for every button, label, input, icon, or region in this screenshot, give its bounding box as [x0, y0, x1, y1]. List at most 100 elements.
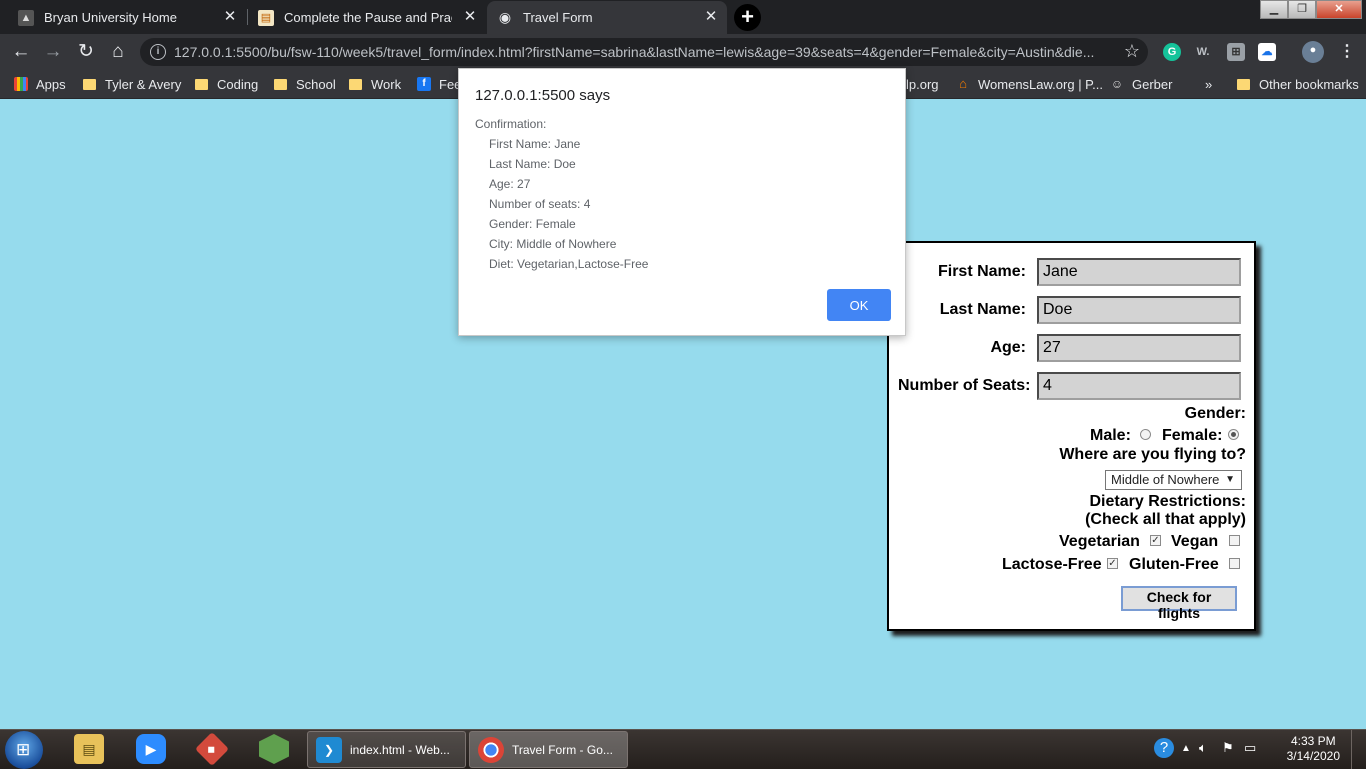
globe-icon: ◉: [498, 9, 512, 25]
home-button[interactable]: ⌂: [107, 41, 129, 63]
bookmark-gerber[interactable]: ☺ Gerber: [1110, 76, 1173, 92]
tab-travel-form[interactable]: ◉ Travel Form ✕: [487, 1, 727, 34]
male-radio[interactable]: [1140, 429, 1151, 440]
tab-strip: ▲ Bryan University Home ✕ ▤ Complete the…: [0, 0, 1366, 34]
city-select[interactable]: Middle of Nowhere ▼: [1105, 470, 1242, 490]
show-hidden-icons-icon[interactable]: ▲: [1181, 743, 1191, 754]
flag-icon[interactable]: ⚑: [1222, 740, 1234, 756]
task-label: index.html - Web...: [350, 742, 450, 757]
bookmark-label: Coding: [217, 76, 259, 92]
profile-avatar[interactable]: ●: [1302, 41, 1324, 63]
apps-grid-icon: [14, 77, 28, 91]
tab-complete-pause[interactable]: ▤ Complete the Pause and Practice ✕: [248, 1, 486, 34]
git-icon[interactable]: ◆: [195, 732, 229, 766]
forward-button[interactable]: →: [42, 41, 64, 63]
bookmark-lp-org[interactable]: lp.org: [906, 76, 939, 92]
bookmark-school[interactable]: School: [274, 76, 336, 92]
bookmark-label: WomensLaw.org | P...: [978, 76, 1104, 92]
vegetarian-label: Vegetarian: [1059, 533, 1140, 550]
baby-icon: ☺: [1110, 77, 1124, 91]
dialog-line: Diet: Vegetarian,Lactose-Free: [489, 257, 649, 271]
bookmark-tyler-avery[interactable]: Tyler & Avery: [83, 76, 181, 92]
cloud-icon[interactable]: ☁: [1258, 43, 1276, 61]
city-label: Where are you flying to?: [1059, 446, 1246, 463]
address-bar[interactable]: i 127.0.0.1:5500/bu/fsw-110/week5/travel…: [140, 38, 1148, 66]
check-flights-button[interactable]: Check for flights: [1121, 586, 1237, 621]
dialog-line: City: Middle of Nowhere: [489, 237, 617, 251]
w-extension-icon[interactable]: W.: [1194, 43, 1212, 61]
lactose-free-checkbox[interactable]: ✓: [1107, 558, 1118, 569]
info-icon[interactable]: i: [150, 44, 166, 60]
close-window-button[interactable]: ✕: [1316, 0, 1362, 19]
female-label: Female:: [1162, 427, 1223, 444]
age-label: Age:: [990, 339, 1026, 356]
reload-button[interactable]: ↻: [75, 41, 97, 63]
vegan-checkbox[interactable]: [1229, 535, 1240, 546]
clock-date: 3/14/2020: [1286, 749, 1340, 763]
female-radio[interactable]: [1228, 429, 1239, 440]
network-icon[interactable]: ▭: [1244, 740, 1256, 756]
diet-label: Dietary Restrictions:: [1089, 493, 1247, 510]
menu-icon[interactable]: ⋮: [1338, 43, 1356, 61]
document-icon: ▤: [258, 9, 274, 26]
bookmark-other[interactable]: Other bookmarks: [1237, 76, 1359, 92]
show-desktop-button[interactable]: [1351, 730, 1366, 769]
taskbar-task-chrome[interactable]: Travel Form - Go...: [469, 731, 628, 768]
last-name-input[interactable]: [1037, 296, 1241, 324]
bookmark-star-icon[interactable]: ☆: [1124, 41, 1140, 62]
nodejs-icon[interactable]: [259, 734, 289, 764]
dialog-line: Gender: Female: [489, 217, 576, 231]
vegetarian-checkbox[interactable]: ✓: [1150, 535, 1161, 546]
dialog-line: Age: 27: [489, 177, 531, 191]
age-input[interactable]: [1037, 334, 1241, 362]
extension-icon[interactable]: ⊞: [1227, 43, 1245, 61]
clock[interactable]: 4:33 PM 3/14/2020: [1287, 734, 1340, 764]
first-name-input[interactable]: [1037, 258, 1241, 286]
first-name-label: First Name:: [937, 263, 1026, 280]
taskbar-task-vscode[interactable]: ❯ index.html - Web...: [307, 731, 466, 768]
bookmark-facebook[interactable]: f Fee: [417, 76, 461, 92]
zoom-icon[interactable]: ▶: [136, 734, 166, 764]
windows-logo-icon: ⊞: [16, 740, 31, 759]
folder-icon: [274, 78, 287, 90]
url-text[interactable]: 127.0.0.1:5500/bu/fsw-110/week5/travel_f…: [174, 44, 1104, 60]
bookmark-work[interactable]: Work: [349, 76, 401, 92]
help-icon[interactable]: ?: [1154, 738, 1174, 758]
seats-input[interactable]: [1037, 372, 1241, 400]
travel-form: First Name: Last Name: Age: Number of Se…: [887, 241, 1256, 631]
bookmark-label: Gerber: [1132, 76, 1173, 92]
gluten-free-checkbox[interactable]: [1229, 558, 1240, 569]
tab-title: Complete the Pause and Practice: [284, 10, 452, 25]
bookmark-label: School: [296, 76, 336, 92]
new-tab-button[interactable]: +: [734, 4, 761, 31]
file-explorer-icon[interactable]: ▤: [74, 734, 104, 764]
gluten-free-label: Gluten-Free: [1129, 556, 1219, 573]
start-button[interactable]: ⊞: [5, 731, 43, 769]
ok-button[interactable]: OK: [827, 289, 891, 321]
back-button[interactable]: ←: [10, 41, 32, 63]
folder-icon: [83, 78, 96, 90]
close-tab-icon[interactable]: ✕: [703, 9, 719, 25]
minimize-button[interactable]: ▁: [1260, 0, 1288, 19]
bookmarks-overflow-button[interactable]: »: [1205, 76, 1212, 92]
vegan-label: Vegan: [1171, 533, 1219, 550]
vscode-icon: ❯: [316, 736, 342, 763]
folder-icon: [1237, 78, 1250, 90]
city-select-value: Middle of Nowhere: [1111, 472, 1220, 487]
chevron-down-icon: ▼: [1225, 474, 1235, 485]
close-tab-icon[interactable]: ✕: [462, 9, 478, 25]
tab-title: Bryan University Home: [44, 10, 177, 25]
tab-bryan-university[interactable]: ▲ Bryan University Home ✕: [8, 1, 246, 34]
bookmark-womenslaw[interactable]: ⌂ WomensLaw.org | P...: [956, 76, 1103, 92]
dialog-line: Number of seats: 4: [489, 197, 591, 211]
bookmark-apps[interactable]: Apps: [14, 76, 66, 92]
volume-icon[interactable]: 🔈︎: [1199, 740, 1207, 756]
lactose-free-label: Lactose-Free: [1002, 556, 1102, 573]
grammarly-icon[interactable]: G: [1163, 43, 1181, 61]
maximize-button[interactable]: ❐: [1288, 0, 1316, 19]
dialog-line: Last Name: Doe: [489, 157, 576, 171]
close-tab-icon[interactable]: ✕: [222, 9, 238, 25]
bookmark-label: Other bookmarks: [1259, 76, 1359, 92]
bookmark-coding[interactable]: Coding: [195, 76, 258, 92]
bookmark-label: lp.org: [906, 76, 939, 92]
